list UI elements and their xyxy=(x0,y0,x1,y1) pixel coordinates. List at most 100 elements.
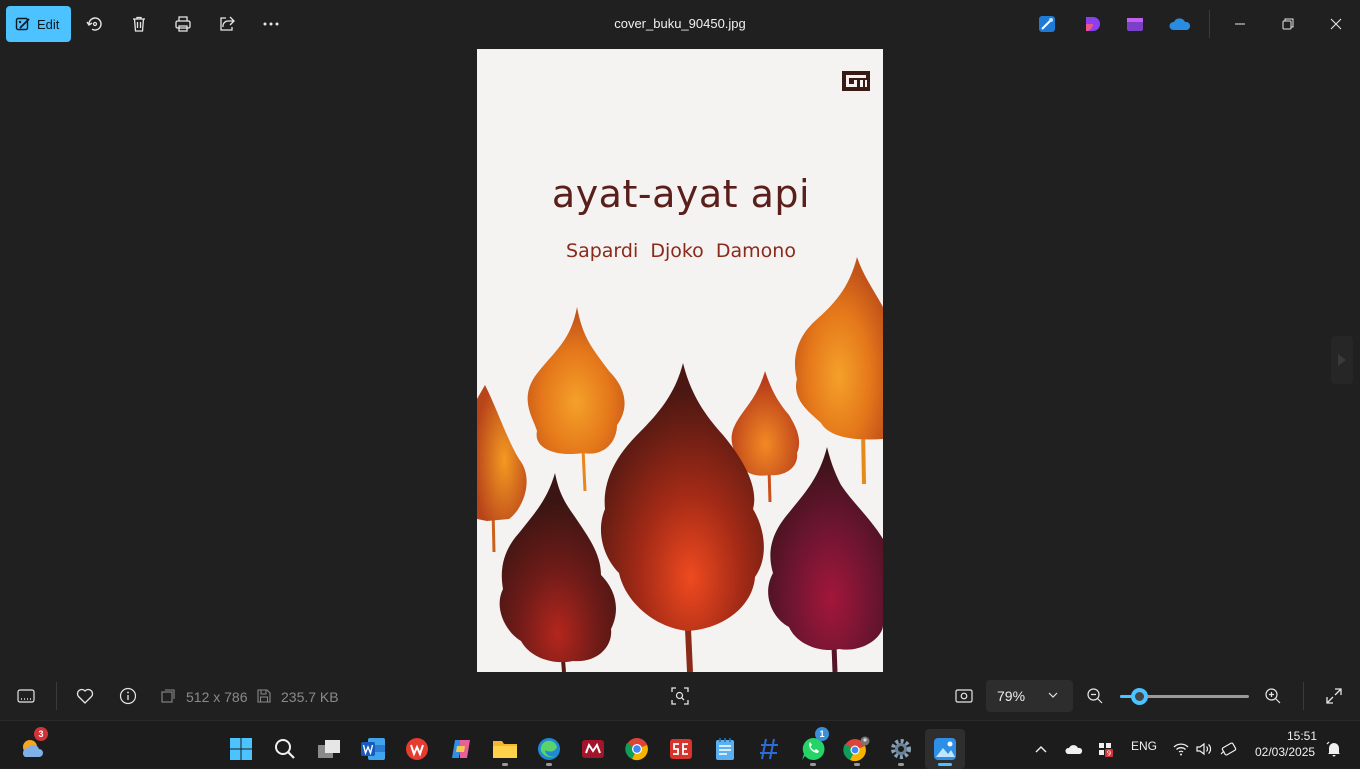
publisher-logo xyxy=(842,71,870,91)
taskbar-copilot[interactable] xyxy=(441,729,481,769)
search-button[interactable] xyxy=(265,729,305,769)
whatsapp-badge: 1 xyxy=(815,727,829,741)
tray-app[interactable]: 9 xyxy=(1086,729,1124,769)
zoom-out-button[interactable] xyxy=(1083,684,1107,708)
bottombar-divider-right xyxy=(1303,682,1304,710)
clipchamp-app-button[interactable] xyxy=(1082,14,1102,34)
save-disk-icon xyxy=(257,689,271,703)
taskbar-settings[interactable] xyxy=(881,729,921,769)
running-indicator xyxy=(810,763,816,766)
video-editor-app-button[interactable] xyxy=(1125,14,1145,34)
heart-icon xyxy=(76,688,94,704)
minimize-icon xyxy=(1235,23,1245,25)
word-icon xyxy=(361,738,385,760)
more-options-button[interactable] xyxy=(253,6,289,42)
edit-button[interactable]: Edit xyxy=(6,6,71,42)
image-dimensions: 512 x 786 xyxy=(186,689,248,705)
mendeley-icon xyxy=(582,740,604,758)
edit-image-icon xyxy=(15,17,30,31)
notifications-button[interactable] xyxy=(1316,729,1352,769)
settings-gear-icon xyxy=(891,739,911,759)
book-cover-image: ayat-ayat api Sapardi Djoko Damono xyxy=(477,49,883,672)
taskbar-photos[interactable] xyxy=(925,729,965,769)
wps-office-icon xyxy=(406,738,428,760)
share-button[interactable] xyxy=(209,6,245,42)
minimize-button[interactable] xyxy=(1218,8,1262,40)
task-view-icon xyxy=(318,740,340,758)
taskbar-chrome-profile[interactable] xyxy=(837,729,877,769)
file-info-button[interactable] xyxy=(116,684,140,708)
zoom-slider[interactable] xyxy=(1120,688,1249,705)
share-icon xyxy=(220,16,235,31)
next-image-button[interactable] xyxy=(1331,336,1353,384)
windows-taskbar: 3 1 9 ENG 15:51 02/03/2025 xyxy=(0,720,1360,769)
cloud-icon xyxy=(1065,745,1083,754)
filmstrip-icon xyxy=(17,689,35,703)
rotate-button[interactable] xyxy=(77,6,113,42)
visual-search-button[interactable] xyxy=(668,684,692,708)
video-editor-icon xyxy=(1127,18,1143,31)
clock-time[interactable]: 15:51 xyxy=(1287,729,1317,743)
restore-icon xyxy=(1282,18,1294,30)
edit-label: Edit xyxy=(37,16,60,32)
zoom-in-button[interactable] xyxy=(1261,684,1285,708)
input-language[interactable]: ENG xyxy=(1131,739,1157,753)
taskbar-hash-app[interactable] xyxy=(749,729,789,769)
onedrive-icon xyxy=(1169,18,1191,30)
chevron-down-icon xyxy=(1048,692,1058,698)
clock-date[interactable]: 02/03/2025 xyxy=(1255,745,1315,759)
taskbar-se-app[interactable] xyxy=(661,729,701,769)
taskbar-chrome[interactable] xyxy=(617,729,657,769)
taskbar-whatsapp[interactable]: 1 xyxy=(793,727,833,769)
tray-app-icon: 9 xyxy=(1099,743,1113,757)
running-indicator xyxy=(546,763,552,766)
taskbar-wps[interactable] xyxy=(397,729,437,769)
taskbar-edge[interactable] xyxy=(529,729,569,769)
chevron-up-icon xyxy=(1035,746,1047,753)
running-indicator xyxy=(502,763,508,766)
taskbar-notepad[interactable] xyxy=(705,729,745,769)
expand-icon xyxy=(1326,688,1342,704)
print-icon xyxy=(175,16,191,32)
bottom-toolbar: 512 x 786 235.7 KB 79% xyxy=(0,672,1360,720)
filmstrip-button[interactable] xyxy=(14,684,38,708)
copilot-icon xyxy=(452,740,470,758)
zoom-in-icon xyxy=(1265,688,1281,704)
clipchamp-icon xyxy=(1086,17,1100,31)
zoom-value: 79% xyxy=(997,688,1026,704)
edge-icon xyxy=(538,738,560,760)
fit-to-window-button[interactable] xyxy=(952,684,976,708)
weather-badge: 3 xyxy=(34,727,48,741)
tray-battery[interactable] xyxy=(1211,729,1247,769)
start-button[interactable] xyxy=(221,729,261,769)
taskbar-file-explorer[interactable] xyxy=(485,729,525,769)
close-button[interactable] xyxy=(1314,8,1358,40)
zoom-dropdown[interactable]: 79% xyxy=(986,680,1073,712)
taskbar-mendeley[interactable] xyxy=(573,729,613,769)
taskbar-word[interactable] xyxy=(353,729,393,769)
fit-screen-icon xyxy=(955,689,973,703)
onedrive-app-button[interactable] xyxy=(1169,14,1191,34)
visual-search-icon xyxy=(671,687,689,705)
file-size: 235.7 KB xyxy=(281,689,339,705)
print-button[interactable] xyxy=(165,6,201,42)
folder-icon xyxy=(493,741,517,758)
book-author: Sapardi Djoko Damono xyxy=(566,240,796,262)
zoom-out-icon xyxy=(1087,688,1103,704)
rotate-icon xyxy=(86,17,102,31)
task-view-button[interactable] xyxy=(309,729,349,769)
file-name-title: cover_buku_90450.jpg xyxy=(614,16,746,31)
designer-icon xyxy=(1039,16,1055,32)
image-canvas[interactable]: ayat-ayat api Sapardi Djoko Damono xyxy=(477,49,883,672)
weather-widget[interactable]: 3 xyxy=(12,727,52,769)
active-indicator xyxy=(938,763,952,766)
running-indicator xyxy=(898,763,904,766)
zoom-slider-thumb[interactable] xyxy=(1131,688,1148,705)
maximize-button[interactable] xyxy=(1266,8,1310,40)
delete-button[interactable] xyxy=(121,6,157,42)
designer-app-button[interactable] xyxy=(1037,14,1057,34)
volume-icon xyxy=(1196,742,1212,756)
titlebar-divider xyxy=(1209,10,1210,38)
favorite-button[interactable] xyxy=(73,684,97,708)
full-screen-button[interactable] xyxy=(1322,684,1346,708)
